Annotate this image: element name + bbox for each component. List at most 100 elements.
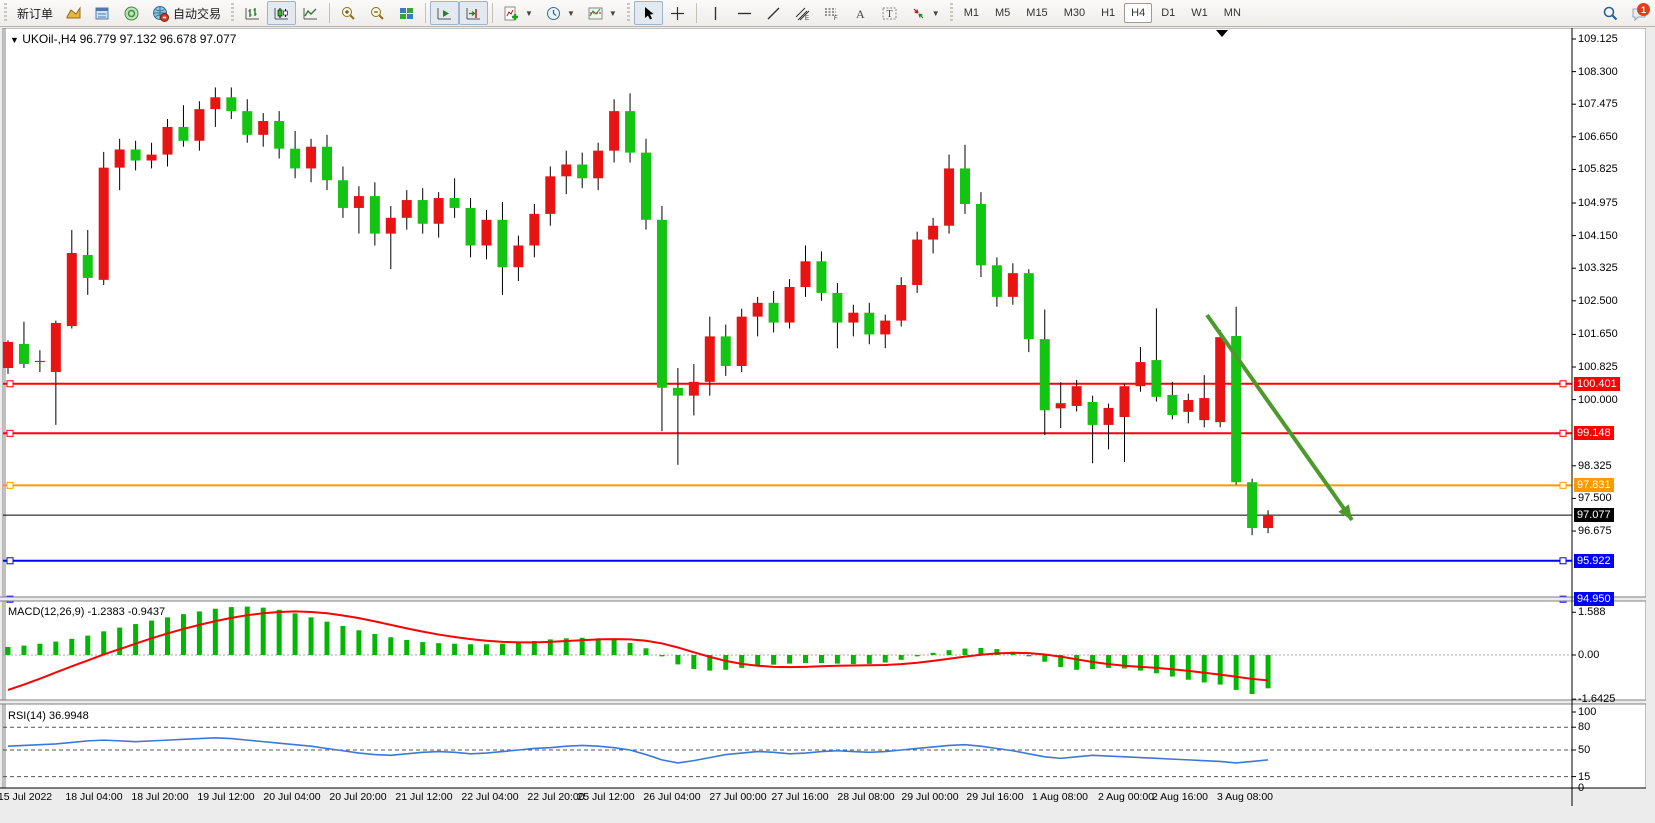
candle-body	[880, 321, 890, 335]
macd-histogram-bar	[851, 655, 856, 664]
macd-histogram-bar	[101, 631, 106, 655]
channel-tool[interactable]: E	[788, 1, 817, 25]
macd-histogram-bar	[293, 613, 298, 655]
candle-body	[593, 151, 603, 179]
trendline-tool[interactable]	[759, 1, 788, 25]
chart-title-collapse-icon[interactable]: ▼	[10, 35, 19, 45]
chart-ohlc-values: 96.779 97.132 96.678 97.077	[80, 32, 237, 46]
candle-body	[625, 111, 635, 152]
arrows-caret: ▼	[932, 9, 940, 18]
candle-body	[1056, 403, 1066, 408]
time-axis-label: 27 Jul 00:00	[709, 791, 766, 803]
candle-body	[1151, 360, 1161, 397]
macd-histogram-bar	[37, 644, 42, 655]
crosshair-button[interactable]	[663, 1, 692, 25]
candle-body	[832, 293, 842, 323]
candle-body	[992, 265, 1002, 297]
macd-histogram-bar	[947, 650, 952, 655]
timeframe-m30-button[interactable]: M30	[1057, 3, 1092, 23]
candle-body	[131, 149, 141, 160]
candle-body	[1263, 515, 1273, 528]
candle-body	[338, 180, 348, 208]
fibonacci-tool[interactable]: F	[817, 1, 846, 25]
price-axis-label: 96.675	[1578, 525, 1612, 537]
arrows-icon	[910, 5, 927, 22]
candle-body	[785, 287, 795, 323]
navigator-button[interactable]	[117, 1, 146, 25]
candle-body	[370, 196, 380, 234]
macd-histogram-bar	[53, 642, 58, 655]
tile-windows-button[interactable]	[392, 1, 421, 25]
candle-body	[274, 121, 284, 149]
indicators-button[interactable]: ▼	[497, 1, 539, 25]
cursor-icon	[640, 5, 657, 22]
horizontal-line-tool[interactable]	[730, 1, 759, 25]
toolbar-grip[interactable]	[2, 3, 9, 23]
cursor-button[interactable]	[634, 1, 663, 25]
candle-body	[306, 147, 316, 169]
zoom-in-button[interactable]	[334, 1, 363, 25]
candle-body	[1120, 386, 1130, 417]
macd-histogram-bar	[1266, 655, 1271, 688]
autotrading-button[interactable]: 自动交易	[146, 1, 227, 25]
chart-shift-button[interactable]	[459, 1, 488, 25]
macd-histogram-bar	[6, 647, 11, 655]
zoom-out-button[interactable]	[363, 1, 392, 25]
candle-body	[178, 127, 188, 141]
tile-windows-icon	[398, 5, 415, 22]
vertical-line-tool[interactable]	[701, 1, 730, 25]
toolbar-grip[interactable]	[948, 3, 955, 23]
line-chart-button[interactable]	[296, 1, 325, 25]
timeframe-h4-button[interactable]: H4	[1124, 3, 1152, 23]
time-axis-label: 19 Jul 12:00	[197, 791, 254, 803]
templates-button[interactable]: ▼	[581, 1, 623, 25]
bar-chart-button[interactable]	[238, 1, 267, 25]
chart-title: ▼ UKOil-,H4 96.779 97.132 96.678 97.077	[10, 32, 236, 46]
line-chart-icon	[302, 5, 319, 22]
macd-histogram-bar	[516, 643, 521, 655]
candle-body	[386, 218, 396, 234]
timeframe-m15-button[interactable]: M15	[1019, 3, 1054, 23]
auto-scroll-button[interactable]	[430, 1, 459, 25]
hline-price-tag: 97.831	[1574, 478, 1614, 492]
timeframe-mn-button[interactable]: MN	[1217, 3, 1248, 23]
notifications-button[interactable]: 1	[1625, 1, 1655, 25]
chart-canvas[interactable]	[0, 28, 1655, 823]
macd-histogram-bar	[867, 655, 872, 664]
price-axis-label: 102.500	[1578, 295, 1618, 307]
search-button[interactable]	[1596, 1, 1625, 25]
chart-window-button[interactable]	[59, 1, 88, 25]
fibonacci-icon: F	[823, 5, 840, 22]
macd-histogram-bar	[309, 617, 314, 655]
macd-axis-label: -1.6425	[1578, 693, 1615, 705]
macd-histogram-bar	[420, 642, 425, 655]
candle-body	[944, 168, 954, 225]
candle-body	[609, 111, 619, 151]
timeframe-h1-button[interactable]: H1	[1094, 3, 1122, 23]
timeframe-m5-button[interactable]: M5	[988, 3, 1017, 23]
arrows-tool[interactable]: ▼	[904, 1, 946, 25]
timeframe-d1-button[interactable]: D1	[1154, 3, 1182, 23]
text-label-tool[interactable]: T	[875, 1, 904, 25]
plot-background	[3, 28, 1646, 788]
candlestick-chart-button[interactable]	[267, 1, 296, 25]
toolbar: 新订单 自动交易	[0, 0, 1655, 27]
new-order-button[interactable]: 新订单	[11, 1, 59, 25]
timeframe-w1-button[interactable]: W1	[1184, 3, 1215, 23]
timeframe-m1-button[interactable]: M1	[957, 3, 986, 23]
periods-button[interactable]: ▼	[539, 1, 581, 25]
time-axis-label: 29 Jul 16:00	[966, 791, 1023, 803]
candle-body	[322, 147, 332, 181]
candle-body	[896, 285, 906, 321]
candle-body	[848, 313, 858, 323]
macd-histogram-bar	[117, 628, 122, 655]
text-tool[interactable]: A	[846, 1, 875, 25]
data-window-button[interactable]	[88, 1, 117, 25]
toolbar-grip[interactable]	[625, 3, 632, 23]
time-axis-label: 20 Jul 20:00	[329, 791, 386, 803]
indicators-caret: ▼	[525, 9, 533, 18]
time-axis-label: 21 Jul 12:00	[395, 791, 452, 803]
price-axis-label: 104.975	[1578, 197, 1618, 209]
candle-body	[721, 336, 731, 366]
toolbar-grip[interactable]	[229, 3, 236, 23]
